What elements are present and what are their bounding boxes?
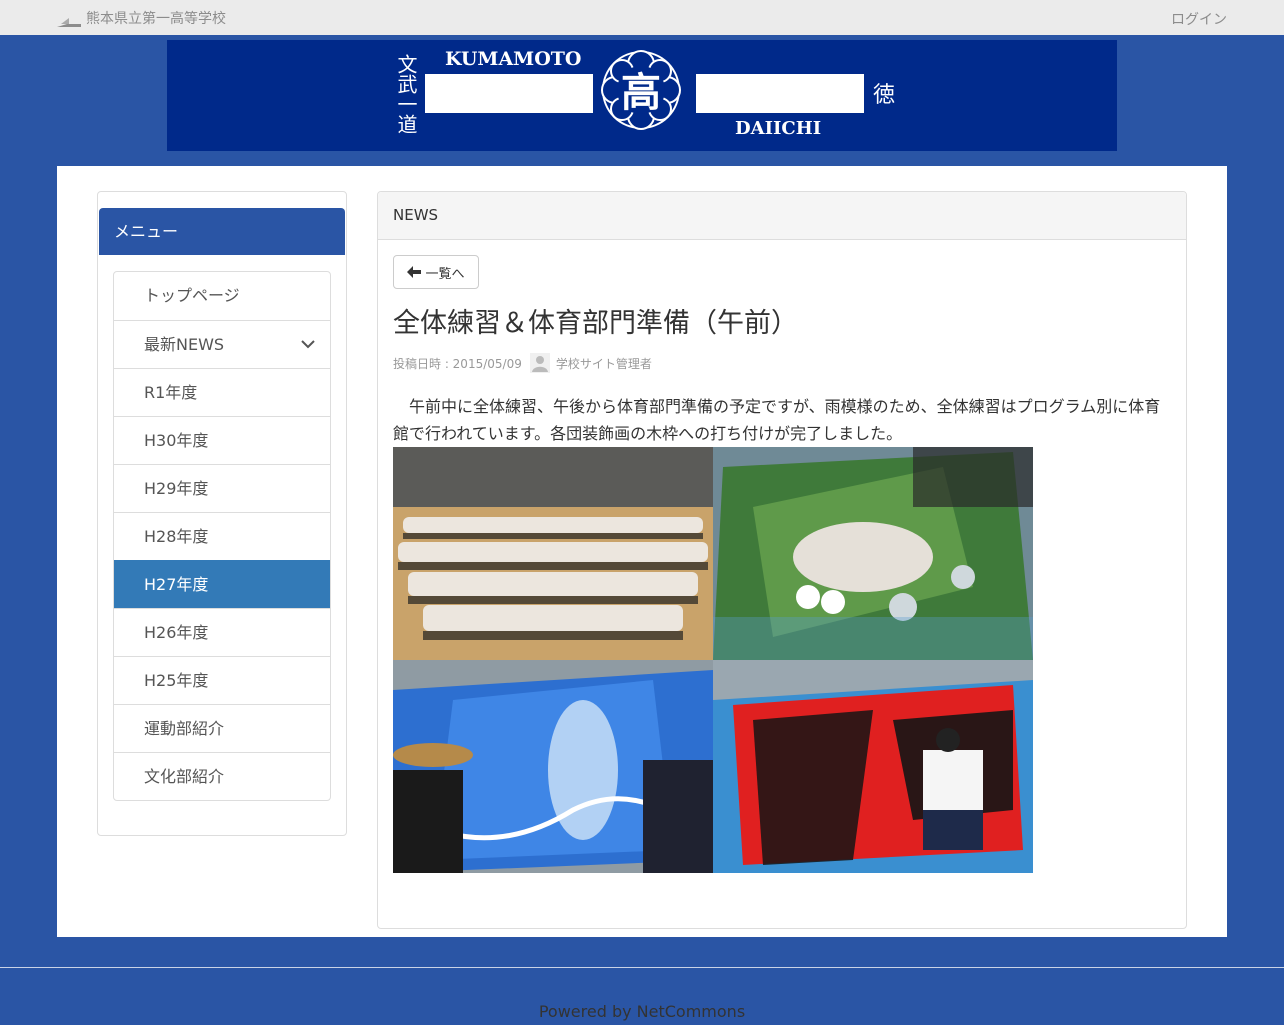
sidebar-item-label: 運動部紹介: [144, 719, 225, 738]
menu-list: トップページ 最新NEWS R1年度 H30年度 H29年度 H28年度 H27…: [113, 271, 331, 801]
crest-char: 高: [621, 69, 661, 116]
news-panel-title: NEWS: [378, 192, 1186, 240]
article-body: 午前中に全体練習、午後から体育部門準備の予定ですが、雨模様のため、全体練習はプロ…: [393, 397, 1161, 443]
photo-green-painting: [713, 447, 1033, 660]
top-bar: 熊本県立第一高等学校 ログイン: [0, 0, 1284, 35]
banner-left-vertical: 文武一道: [394, 54, 418, 134]
site-logo-icon: [57, 18, 81, 27]
sidebar-item-h28[interactable]: H28年度: [114, 512, 330, 560]
sidebar-item-h26[interactable]: H26年度: [114, 608, 330, 656]
photo-red-painting: [713, 660, 1033, 873]
sidebar-item-h27[interactable]: H27年度: [114, 560, 330, 608]
sidebar-item-label: H30年度: [144, 431, 209, 450]
photo-gym-practice: [393, 447, 713, 660]
sidebar-item-top[interactable]: トップページ: [114, 272, 330, 320]
sidebar-panel: メニュー トップページ 最新NEWS R1年度 H30年度 H29年度 H28年…: [97, 191, 347, 836]
banner-right-vertical: 徳: [873, 83, 895, 108]
school-crest-icon: 高: [601, 50, 681, 130]
footer-divider: [0, 967, 1284, 968]
sidebar-item-h29[interactable]: H29年度: [114, 464, 330, 512]
chevron-down-icon[interactable]: [301, 337, 315, 351]
news-panel: NEWS 一覧へ 全体練習＆体育部門準備（午前） 投稿日時 : 2015/05/…: [377, 191, 1187, 929]
sidebar-item-h30[interactable]: H30年度: [114, 416, 330, 464]
banner-graphic: 文武一道 KUMAMOTO 高 徳 DAIICHI: [394, 48, 895, 139]
sidebar-item-label: H25年度: [144, 671, 209, 690]
sidebar-item-sports-clubs[interactable]: 運動部紹介: [114, 704, 330, 752]
powered-by-link[interactable]: Powered by NetCommons: [0, 1002, 1284, 1021]
article-title: 全体練習＆体育部門準備（午前）: [393, 308, 798, 339]
sidebar-item-label: トップページ: [144, 286, 240, 305]
header-banner[interactable]: 文武一道 KUMAMOTO 高 徳 DAIICHI: [167, 40, 1117, 151]
sidebar-item-label: H26年度: [144, 623, 209, 642]
site-home-link[interactable]: 熊本県立第一高等学校: [57, 8, 226, 28]
back-button-label: 一覧へ: [425, 266, 465, 282]
sidebar-item-label: R1年度: [144, 383, 198, 402]
sidebar-item-culture-clubs[interactable]: 文化部紹介: [114, 752, 330, 800]
arrow-left-icon: [407, 266, 422, 278]
sidebar-item-label: 文化部紹介: [144, 767, 225, 786]
site-name: 熊本県立第一高等学校: [86, 11, 226, 27]
sidebar-item-label: H28年度: [144, 527, 209, 546]
banner-kumamoto: KUMAMOTO: [445, 48, 581, 70]
avatar-icon[interactable]: [529, 353, 550, 373]
sidebar-item-h25[interactable]: H25年度: [114, 656, 330, 704]
author-name[interactable]: 学校サイト管理者: [556, 355, 652, 372]
photo-collage: [393, 447, 1033, 873]
sidebar-item-label: H29年度: [144, 479, 209, 498]
sidebar-item-label: 最新NEWS: [144, 335, 225, 354]
article-meta: 投稿日時 : 2015/05/09 学校サイト管理者: [393, 353, 652, 373]
banner-daiichi: DAIICHI: [735, 118, 821, 139]
menu-title: メニュー: [99, 208, 345, 255]
login-link[interactable]: ログイン: [1171, 9, 1227, 29]
sidebar-item-label: H27年度: [144, 575, 209, 594]
posted-date: 投稿日時 : 2015/05/09: [393, 356, 522, 371]
photo-blue-painting: [393, 660, 713, 873]
back-to-list-button[interactable]: 一覧へ: [393, 255, 479, 289]
sidebar-item-r1[interactable]: R1年度: [114, 368, 330, 416]
sidebar-item-latest-news[interactable]: 最新NEWS: [114, 320, 330, 368]
main-content: メニュー トップページ 最新NEWS R1年度 H30年度 H29年度 H28年…: [57, 166, 1227, 937]
